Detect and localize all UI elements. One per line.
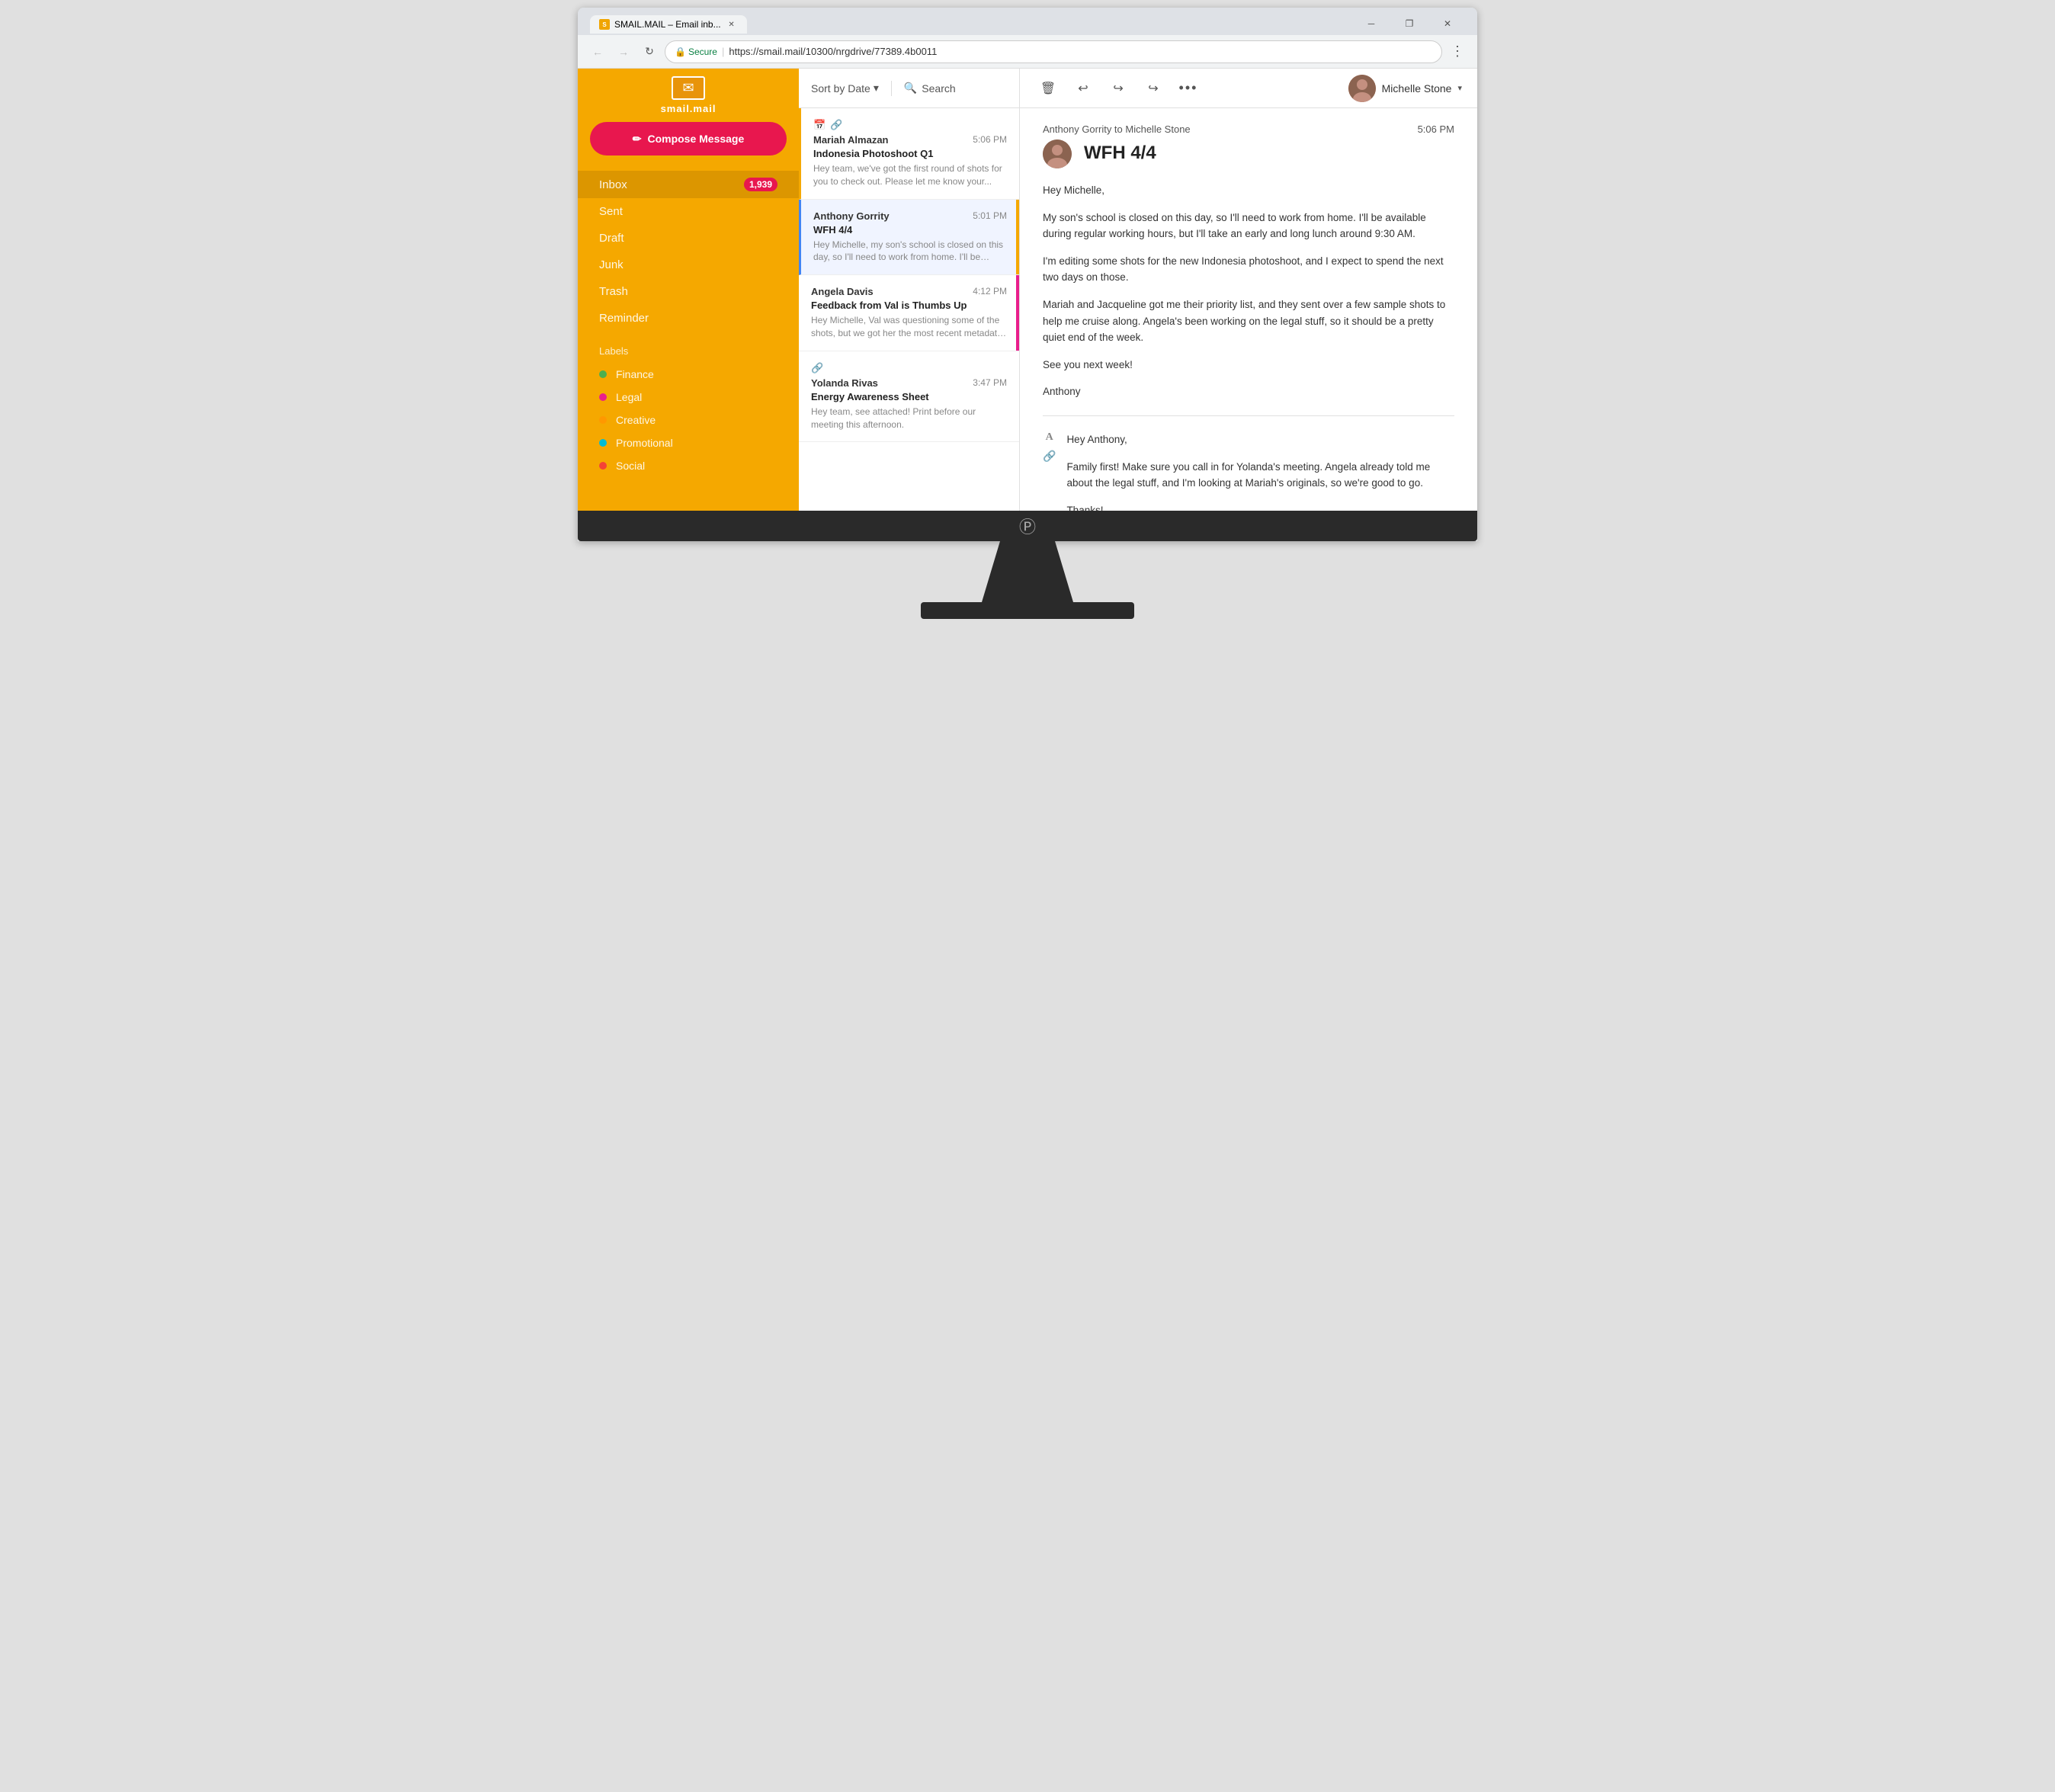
sort-dropdown-icon: ▾ bbox=[874, 82, 879, 95]
user-dropdown-icon[interactable]: ▾ bbox=[1457, 83, 1462, 93]
search-button[interactable]: 🔍 Search bbox=[904, 82, 956, 95]
creative-dot bbox=[599, 416, 607, 424]
logo-area: ✉ smail.mail bbox=[578, 69, 799, 122]
email-from-to: Anthony Gorrity to Michelle Stone bbox=[1043, 123, 1191, 135]
tab-title: SMAIL.MAIL – Email inb... bbox=[614, 19, 721, 30]
email-meta: Anthony Gorrity to Michelle Stone 5:06 P… bbox=[1043, 123, 1454, 135]
labels-title: Labels bbox=[599, 345, 777, 357]
inbox-badge: 1,939 bbox=[744, 178, 777, 191]
email-item-0[interactable]: 📅 🔗 Mariah Almazan 5:06 PM Indonesia Pho… bbox=[799, 108, 1019, 200]
attachment-icon-2: 🔗 bbox=[811, 362, 823, 374]
reply-link-icon: 🔗 bbox=[1043, 450, 1056, 463]
user-area[interactable]: Michelle Stone ▾ bbox=[1348, 75, 1462, 102]
email-detail-toolbar: 🗑 ↩ ↩ ↪ ••• bbox=[1020, 69, 1477, 108]
reply-icons: A 🔗 bbox=[1043, 431, 1056, 511]
social-dot bbox=[599, 462, 607, 470]
label-creative[interactable]: Creative bbox=[599, 409, 777, 431]
sidebar-item-trash[interactable]: Trash bbox=[578, 278, 799, 305]
minimize-btn[interactable]: ─ bbox=[1354, 14, 1389, 34]
sidebar-item-inbox[interactable]: Inbox 1,939 bbox=[578, 171, 799, 198]
back-btn[interactable]: ← bbox=[587, 41, 608, 63]
user-name: Michelle Stone bbox=[1382, 82, 1452, 95]
logo-icon: ✉ bbox=[672, 76, 705, 100]
sender-avatar bbox=[1043, 139, 1072, 168]
email-list: 📅 🔗 Mariah Almazan 5:06 PM Indonesia Pho… bbox=[799, 108, 1019, 511]
delete-button[interactable]: 🗑 bbox=[1035, 75, 1061, 101]
promotional-dot bbox=[599, 439, 607, 447]
compose-icon: ✏ bbox=[633, 133, 642, 146]
monitor-frame: Ⓟ bbox=[578, 511, 1477, 541]
browser-titlebar: S SMAIL.MAIL – Email inb... ✕ ─ ❐ ✕ bbox=[578, 8, 1477, 35]
forward-btn[interactable]: → bbox=[613, 41, 634, 63]
browser-menu-btn[interactable]: ⋮ bbox=[1447, 41, 1468, 63]
email-detail-content: Anthony Gorrity to Michelle Stone 5:06 P… bbox=[1020, 108, 1477, 511]
reply-button[interactable]: ↩ bbox=[1070, 75, 1096, 101]
logo-text: smail.mail bbox=[661, 103, 717, 114]
tab-close-btn[interactable]: ✕ bbox=[726, 18, 738, 30]
label-social[interactable]: Social bbox=[599, 454, 777, 477]
close-btn[interactable]: ✕ bbox=[1430, 14, 1465, 34]
labels-section: Labels Finance Legal Creative bbox=[578, 336, 799, 483]
email-detail-subject: WFH 4/4 bbox=[1084, 143, 1156, 164]
secure-badge: 🔒 Secure bbox=[675, 46, 717, 57]
reply-all-button[interactable]: ↩ bbox=[1105, 75, 1131, 101]
email-item-3[interactable]: 🔗 Yolanda Rivas 3:47 PM Energy Awareness… bbox=[799, 351, 1019, 443]
attachment-icon: 🔗 bbox=[830, 119, 842, 131]
email-list-area: Sort by Date ▾ 🔍 Search 📅 bbox=[799, 69, 1020, 511]
nav-items: Inbox 1,939 Sent Draft Junk Trash bbox=[578, 166, 799, 336]
legal-dot bbox=[599, 393, 607, 401]
calendar-icon: 📅 bbox=[813, 119, 826, 131]
hp-logo: Ⓟ bbox=[1019, 514, 1036, 538]
monitor-stand bbox=[982, 541, 1073, 602]
sort-button[interactable]: Sort by Date ▾ bbox=[811, 82, 879, 95]
sidebar-item-draft[interactable]: Draft bbox=[578, 225, 799, 252]
restore-btn[interactable]: ❐ bbox=[1392, 14, 1427, 34]
browser-toolbar: ← → ↻ 🔒 Secure | https://smail.mail/1030… bbox=[578, 35, 1477, 69]
reply-body: Hey Anthony, Family first! Make sure you… bbox=[1066, 431, 1454, 511]
user-avatar bbox=[1348, 75, 1376, 102]
email-item-2[interactable]: Angela Davis 4:12 PM Feedback from Val i… bbox=[799, 275, 1019, 351]
reply-initial-icon: A bbox=[1046, 431, 1053, 444]
browser-tab[interactable]: S SMAIL.MAIL – Email inb... ✕ bbox=[590, 15, 747, 34]
more-button[interactable]: ••• bbox=[1175, 75, 1201, 101]
monitor-base bbox=[921, 602, 1134, 619]
email-item-1[interactable]: Anthony Gorrity 5:01 PM WFH 4/4 Hey Mich… bbox=[799, 200, 1019, 276]
email-detail-time: 5:06 PM bbox=[1418, 123, 1454, 135]
sidebar-item-reminder[interactable]: Reminder bbox=[578, 305, 799, 332]
forward-button[interactable]: ↪ bbox=[1140, 75, 1166, 101]
email-detail: 🗑 ↩ ↩ ↪ ••• bbox=[1020, 69, 1477, 511]
label-finance[interactable]: Finance bbox=[599, 363, 777, 386]
label-legal[interactable]: Legal bbox=[599, 386, 777, 409]
sidebar-item-junk[interactable]: Junk bbox=[578, 252, 799, 278]
email-body: Hey Michelle, My son's school is closed … bbox=[1043, 182, 1454, 400]
app-container: ✉ smail.mail ✏ Compose Message Inbox 1,9… bbox=[578, 69, 1477, 511]
address-bar[interactable]: 🔒 Secure | https://smail.mail/10300/nrgd… bbox=[665, 40, 1442, 63]
search-icon: 🔍 bbox=[904, 82, 917, 95]
sidebar-item-sent[interactable]: Sent bbox=[578, 198, 799, 225]
finance-dot bbox=[599, 370, 607, 378]
email-divider bbox=[1043, 415, 1454, 416]
label-promotional[interactable]: Promotional bbox=[599, 431, 777, 454]
reply-area: A 🔗 Hey Anthony, Family first! Make sure… bbox=[1043, 431, 1454, 511]
url-text: https://smail.mail/10300/nrgdrive/77389.… bbox=[729, 46, 937, 57]
email-list-toolbar: Sort by Date ▾ 🔍 Search bbox=[799, 69, 1019, 108]
sidebar: ✉ smail.mail ✏ Compose Message Inbox 1,9… bbox=[578, 69, 799, 511]
tab-favicon: S bbox=[599, 19, 610, 30]
refresh-btn[interactable]: ↻ bbox=[639, 41, 660, 63]
compose-button[interactable]: ✏ Compose Message bbox=[590, 122, 787, 155]
